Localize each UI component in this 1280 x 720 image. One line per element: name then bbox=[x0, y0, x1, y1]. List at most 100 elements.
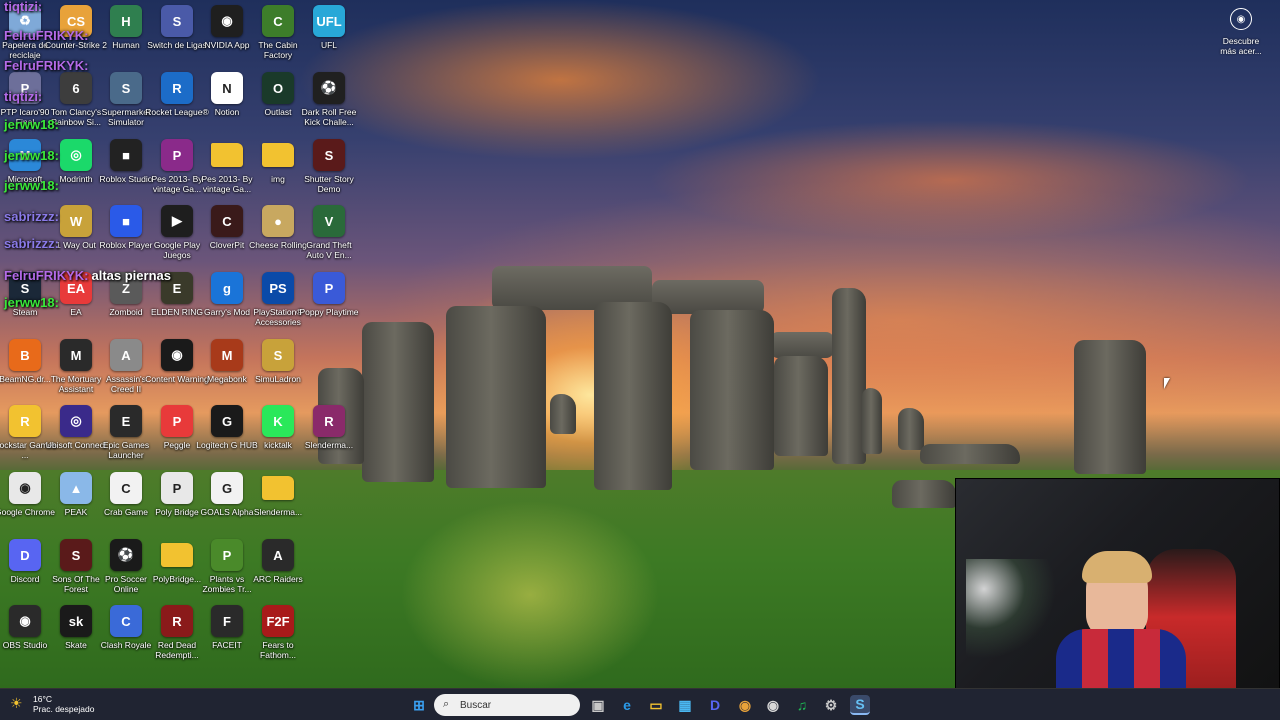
peak-icon: ▲ bbox=[60, 472, 92, 504]
settings-icon[interactable]: ⚙ bbox=[821, 695, 841, 715]
desktop-shortcut[interactable]: UFL UFL bbox=[296, 5, 362, 50]
wallpaper-stone bbox=[690, 310, 774, 470]
file-explorer-icon[interactable]: ▭ bbox=[646, 695, 666, 715]
weather-temp: 16°C bbox=[33, 694, 52, 704]
wallpaper-stone bbox=[892, 480, 956, 508]
wallpaper-stone bbox=[920, 444, 1020, 464]
weather-icon[interactable]: ☀ bbox=[10, 695, 30, 715]
desktop-shortcut-label: SimuLadron bbox=[255, 374, 301, 384]
supermarket-icon: S bbox=[110, 72, 142, 104]
chat-username: FelruFRIKYK: bbox=[4, 58, 89, 73]
peggle-icon: P bbox=[161, 405, 193, 437]
chrome-icon: ◉ bbox=[9, 472, 41, 504]
chat-message: FelruFRIKYK: bbox=[4, 58, 89, 73]
chat-message: tiqtizi: bbox=[4, 0, 42, 14]
desktop-shortcut[interactable]: S Shutter Story Demo bbox=[296, 139, 362, 194]
desktop-shortcut[interactable]: Slenderma... bbox=[245, 472, 311, 517]
camera-icon: ◉ bbox=[1230, 8, 1252, 30]
garrys-mod-icon: g bbox=[211, 272, 243, 304]
ufl-icon: UFL bbox=[313, 5, 345, 37]
desktop-shortcut[interactable]: A ARC Raiders bbox=[245, 539, 311, 584]
playstation-icon: PS bbox=[262, 272, 294, 304]
desktop-shortcut-label: Shutter Story Demo bbox=[304, 174, 354, 194]
wallpaper-stone bbox=[550, 394, 576, 434]
faceit-icon: F bbox=[211, 605, 243, 637]
poly-bridge-icon: P bbox=[161, 472, 193, 504]
assassins-creed-icon: A bbox=[110, 339, 142, 371]
desktop-shortcut-label: Slenderma... bbox=[253, 507, 303, 517]
folder-icon bbox=[262, 143, 294, 167]
outlast-icon: O bbox=[262, 72, 294, 104]
wallpaper-stone bbox=[770, 332, 834, 358]
roblox-icon: ■ bbox=[110, 205, 142, 237]
arc-raiders-icon: A bbox=[262, 539, 294, 571]
folder-icon bbox=[262, 476, 294, 500]
chat-username: FelruFRIKYK: bbox=[4, 268, 89, 283]
search-placeholder: Buscar bbox=[460, 699, 492, 711]
desktop-shortcut[interactable]: V Grand Theft Auto V En... bbox=[296, 205, 362, 260]
windows-start-icon[interactable]: ⊞ bbox=[409, 695, 429, 715]
chat-username: tiqtizi: bbox=[4, 0, 43, 14]
folder-icon bbox=[161, 543, 193, 567]
steam-icon[interactable]: S bbox=[850, 695, 870, 715]
search-icon: ⌕ bbox=[443, 698, 450, 710]
desktop-shortcut[interactable]: R Slenderma... bbox=[296, 405, 362, 450]
wallpaper-stone bbox=[1074, 340, 1146, 474]
mortuary-icon: M bbox=[60, 339, 92, 371]
wallpaper-stone bbox=[594, 302, 672, 490]
desktop-shortcut-label: Slenderma... bbox=[304, 440, 354, 450]
poppy-playtime-icon: P bbox=[313, 272, 345, 304]
chat-username: sabrizzz: bbox=[4, 209, 59, 224]
pro-soccer-icon: ⚽ bbox=[110, 539, 142, 571]
discover-more-button[interactable]: ◉ Descubre más acer... bbox=[1216, 8, 1266, 56]
logitech-icon: G bbox=[211, 405, 243, 437]
desktop-shortcut[interactable]: ⚽ Dark Roll Free Kick Challe... bbox=[296, 72, 362, 127]
cheese-rolling-icon: ● bbox=[262, 205, 294, 237]
chat-username: jerww18: bbox=[4, 117, 59, 132]
chat-message: FelruFRIKYK: bbox=[4, 28, 89, 43]
chat-message: jerww18: bbox=[4, 148, 59, 163]
chat-username: jerww18: bbox=[4, 295, 59, 310]
search-input[interactable]: ⌕ Buscar bbox=[434, 694, 580, 716]
wallpaper-stone bbox=[898, 408, 924, 450]
taskbar: ☀ 16°C Prac. despejado ⊞ ⌕ Buscar ▣ e ▭ ▦ D ◉… bbox=[0, 688, 1280, 720]
fears-fathom-icon: F2F bbox=[262, 605, 294, 637]
chrome-icon[interactable]: ◉ bbox=[735, 695, 755, 715]
desktop-shortcut[interactable]: S SimuLadron bbox=[245, 339, 311, 384]
rockstar-icon: R bbox=[9, 405, 41, 437]
wallpaper-sunlight bbox=[400, 500, 660, 688]
winrar-icon: R bbox=[313, 405, 345, 437]
discord-icon[interactable]: D bbox=[705, 695, 725, 715]
cabin-factory-icon: C bbox=[262, 5, 294, 37]
streamer-hair bbox=[1082, 551, 1152, 583]
simuladron-icon: S bbox=[262, 339, 294, 371]
human-icon: H bbox=[110, 5, 142, 37]
chat-username: FelruFRIKYK: bbox=[4, 28, 89, 43]
edge-icon[interactable]: e bbox=[617, 695, 637, 715]
desktop-shortcut[interactable]: P Poppy Playtime bbox=[296, 272, 362, 317]
red-dead-icon: R bbox=[161, 605, 193, 637]
rainbow-six-icon: 6 bbox=[60, 72, 92, 104]
task-view-icon[interactable]: ▣ bbox=[588, 695, 608, 715]
webcam-window-light bbox=[966, 559, 1056, 659]
desktop-shortcut-label: ARC Raiders bbox=[253, 574, 303, 584]
folder-icon bbox=[211, 143, 243, 167]
obs-icon: ◉ bbox=[9, 605, 41, 637]
notion-icon: N bbox=[211, 72, 243, 104]
chat-message: FelruFRIKYK: altas piernas bbox=[4, 268, 171, 283]
sons-forest-icon: S bbox=[60, 539, 92, 571]
kicktalk-icon: K bbox=[262, 405, 294, 437]
chat-message: jerww18: bbox=[4, 117, 59, 132]
obs-icon[interactable]: ◉ bbox=[763, 695, 783, 715]
google-play-icon: ▶ bbox=[161, 205, 193, 237]
wallpaper-stone bbox=[862, 388, 882, 454]
desktop-shortcut[interactable]: F2F Fears to Fathom... bbox=[245, 605, 311, 660]
desktop-shortcut-label: Dark Roll Free Kick Challe... bbox=[301, 107, 357, 127]
wallpaper-stone bbox=[774, 356, 828, 456]
spotify-icon[interactable]: ♫ bbox=[792, 695, 812, 715]
desktop-shortcut-label: Fears to Fathom... bbox=[260, 640, 296, 660]
epic-games-icon: E bbox=[110, 405, 142, 437]
microsoft-store-icon[interactable]: ▦ bbox=[675, 695, 695, 715]
weather-widget[interactable]: 16°C Prac. despejado bbox=[33, 694, 94, 714]
crab-game-icon: C bbox=[110, 472, 142, 504]
